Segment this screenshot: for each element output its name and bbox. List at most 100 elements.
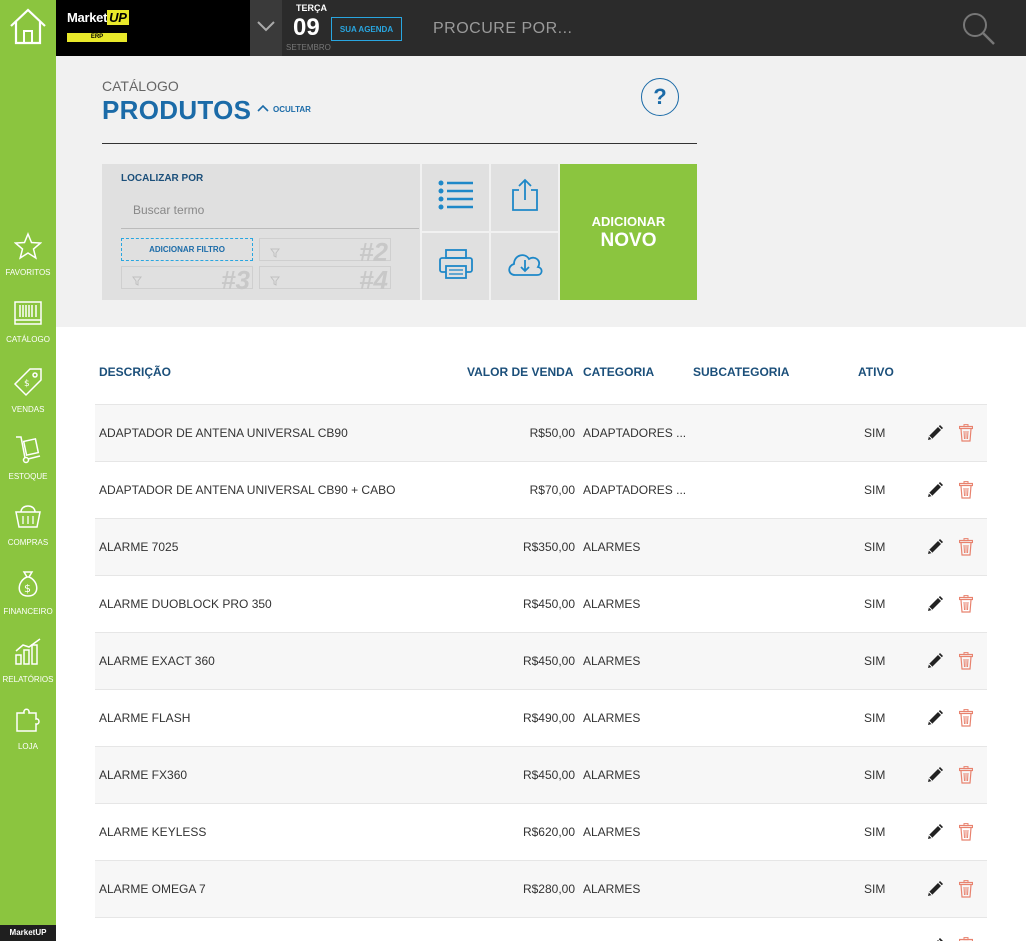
filter-slot[interactable]: #4 — [259, 265, 391, 295]
cell-price: R$490,00 — [522, 711, 575, 725]
cell-active: SIM — [864, 768, 886, 782]
trash-icon[interactable] — [958, 424, 974, 447]
edit-icon[interactable] — [926, 424, 944, 447]
trash-icon[interactable] — [958, 766, 974, 789]
menu-expand-button[interactable] — [250, 0, 282, 56]
search-icon[interactable] — [960, 10, 996, 51]
cell-active: SIM — [864, 711, 886, 725]
column-header-description[interactable]: DESCRIÇÃO — [99, 365, 171, 379]
cell-active: SIM — [864, 597, 886, 611]
add-new-line1: ADICIONAR — [591, 214, 666, 229]
star-icon — [13, 232, 43, 265]
agenda-button[interactable]: SUA AGENDA — [331, 17, 402, 41]
trash-icon[interactable] — [958, 652, 974, 675]
money-bag-icon: $ — [13, 569, 43, 604]
table-row[interactable]: ALARME FX360 R$450,00 ALARMES SIM — [95, 746, 987, 803]
sidebar-item-compras[interactable]: COMPRAS — [0, 502, 56, 562]
hide-toggle[interactable]: OCULTAR — [257, 104, 311, 114]
cloud-download-button[interactable] — [491, 233, 558, 300]
cell-active: SIM — [864, 540, 886, 554]
sidebar-item-favoritos[interactable]: FAVORITOS — [0, 232, 56, 292]
chevron-up-icon — [257, 104, 269, 114]
sidebar-item-label: LOJA — [17, 742, 38, 751]
sidebar-item-relatorios[interactable]: RELATÓRIOS — [0, 637, 56, 697]
home-button[interactable] — [0, 0, 56, 56]
sidebar-item-label: FAVORITOS — [5, 268, 51, 277]
edit-icon[interactable] — [926, 595, 944, 618]
column-header-category[interactable]: CATEGORIA — [583, 365, 654, 379]
cell-category: ALARMES — [583, 825, 641, 839]
cell-category: ALARMES — [583, 918, 693, 941]
edit-icon[interactable] — [926, 538, 944, 561]
sidebar-item-financeiro[interactable]: $ FINANCEIRO — [0, 569, 56, 629]
edit-icon[interactable] — [926, 652, 944, 675]
sidebar-item-estoque[interactable]: ESTOQUE — [0, 434, 56, 494]
edit-icon[interactable] — [926, 766, 944, 789]
filter-slot[interactable]: #2 — [259, 237, 391, 267]
cell-description: ALARME DUOBLOCK PRO 350 — [99, 597, 272, 611]
trash-icon[interactable] — [958, 880, 974, 903]
sidebar-item-catalogo[interactable]: CATÁLOGO — [0, 299, 56, 359]
sidebar-item-label: COMPRAS — [7, 538, 49, 547]
table-row[interactable]: ALARME FLASH R$490,00 ALARMES SIM — [95, 689, 987, 746]
export-button[interactable] — [491, 164, 558, 231]
table-row[interactable]: ALARME KEYLESS R$620,00 ALARMES SIM — [95, 803, 987, 860]
edit-icon[interactable] — [926, 880, 944, 903]
cell-active: SIM — [864, 882, 886, 896]
table-row[interactable]: ADAPTADOR DE ANTENA UNIVERSAL CB90 + CAB… — [95, 461, 987, 518]
cell-description: ALARME 7025 — [99, 540, 179, 554]
cell-active: SIM — [864, 654, 886, 668]
footer-logo: MarketUP — [0, 925, 56, 941]
help-button[interactable]: ? — [641, 78, 679, 116]
table-row[interactable]: ALARME EXACT 360 R$450,00 ALARMES SIM — [95, 632, 987, 689]
table-row[interactable]: ALARME DUOBLOCK PRO 350 R$450,00 ALARMES SI… — [95, 575, 987, 632]
add-new-line2: NOVO — [600, 230, 657, 251]
table-row[interactable]: ALARME 7025 R$350,00 ALARMES SIM — [95, 518, 987, 575]
cell-category: ALARMES — [583, 540, 641, 554]
add-new-button[interactable]: ADICIONAR NOVO — [560, 164, 697, 300]
column-header-active[interactable]: ATIVO — [858, 365, 894, 379]
trash-icon[interactable] — [958, 937, 974, 941]
cell-category: ADAPTADORES ... — [583, 483, 687, 497]
filter-icon — [270, 273, 280, 291]
sidebar-item-loja[interactable]: LOJA — [0, 704, 56, 764]
page-title: PRODUTOS — [102, 95, 252, 125]
chevron-down-icon — [256, 19, 276, 37]
cell-price: R$620,00 — [522, 825, 575, 839]
date-weekday: TERÇA — [296, 3, 327, 13]
trash-icon[interactable] — [958, 823, 974, 846]
filter-slot[interactable]: #3 — [121, 265, 253, 295]
sidebar-item-label: FINANCEIRO — [3, 607, 53, 616]
top-bar: Market UP ERP TERÇA 09 SETEMBRO SUA AGEND… — [0, 0, 1026, 56]
trash-icon[interactable] — [958, 481, 974, 504]
edit-icon[interactable] — [926, 481, 944, 504]
table-row[interactable]: ADAPTADOR DE ANTENA UNIVERSAL CB90 R$50,0… — [95, 404, 987, 461]
edit-icon[interactable] — [926, 709, 944, 732]
list-icon — [437, 179, 475, 216]
table-row[interactable]: ALARME OMEGA 7 R$280,00 ALARMES SIM — [95, 860, 987, 917]
sidebar-item-vendas[interactable]: $ VENDAS — [0, 367, 56, 427]
logo[interactable] — [56, 0, 250, 56]
column-header-price[interactable]: VALOR DE VENDA — [467, 365, 573, 379]
divider — [102, 143, 697, 144]
trash-icon[interactable] — [958, 538, 974, 561]
table-row[interactable]: ALARME PX360BT R$590,00 ALARMES SIM — [95, 917, 987, 941]
global-search-input[interactable]: PROCURE POR... — [433, 20, 572, 38]
cell-price: R$280,00 — [522, 882, 575, 896]
cell-price: R$50,00 — [529, 426, 575, 440]
print-button[interactable] — [422, 233, 489, 300]
search-term-input[interactable]: Buscar termo — [121, 192, 419, 229]
list-view-button[interactable] — [422, 164, 489, 231]
filter-slot-number: #3 — [221, 265, 250, 295]
trash-icon[interactable] — [958, 595, 974, 618]
breadcrumb: CATÁLOGO — [102, 78, 179, 94]
column-header-subcategory[interactable]: SUBCATEGORIA — [693, 365, 789, 379]
trash-icon[interactable] — [958, 709, 974, 732]
add-filter-button[interactable]: ADICIONAR FILTRO — [121, 238, 253, 261]
cell-description: ADAPTADOR DE ANTENA UNIVERSAL CB90 — [99, 426, 348, 440]
edit-icon[interactable] — [926, 823, 944, 846]
barcode-icon — [13, 299, 43, 332]
date-day: 09 — [293, 14, 320, 41]
edit-icon[interactable] — [926, 937, 944, 941]
date-month: SETEMBRO — [286, 43, 331, 52]
